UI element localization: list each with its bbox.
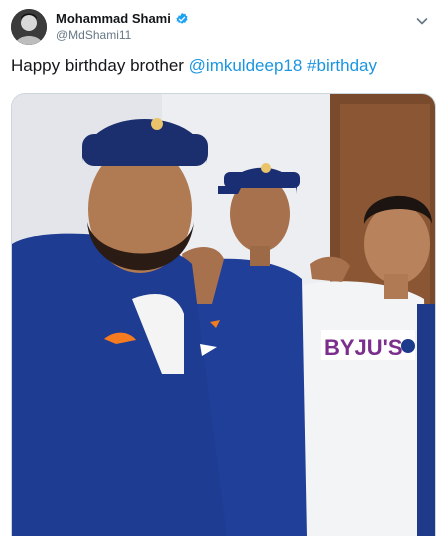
tweet-media-photo[interactable]: BYJU'S — [11, 93, 436, 536]
author-avatar[interactable] — [11, 9, 47, 45]
author-handle[interactable]: @MdShami11 — [56, 28, 131, 42]
verified-badge-icon — [175, 12, 189, 26]
avatar-photo — [11, 9, 47, 45]
author-display-name[interactable]: Mohammad Shami — [56, 11, 171, 26]
tweet-text: Happy birthday brother @imkuldeep18 #bir… — [11, 56, 377, 76]
tweet-text-plain: Happy birthday brother — [11, 56, 189, 75]
chevron-down-icon[interactable] — [415, 14, 429, 28]
jersey-sponsor-text: BYJU'S — [324, 335, 403, 360]
mention-link[interactable]: @imkuldeep18 — [189, 56, 303, 75]
hashtag-link[interactable]: #birthday — [307, 56, 377, 75]
photo-illustration: BYJU'S — [12, 94, 435, 536]
author-name-row: Mohammad Shami — [56, 11, 189, 26]
